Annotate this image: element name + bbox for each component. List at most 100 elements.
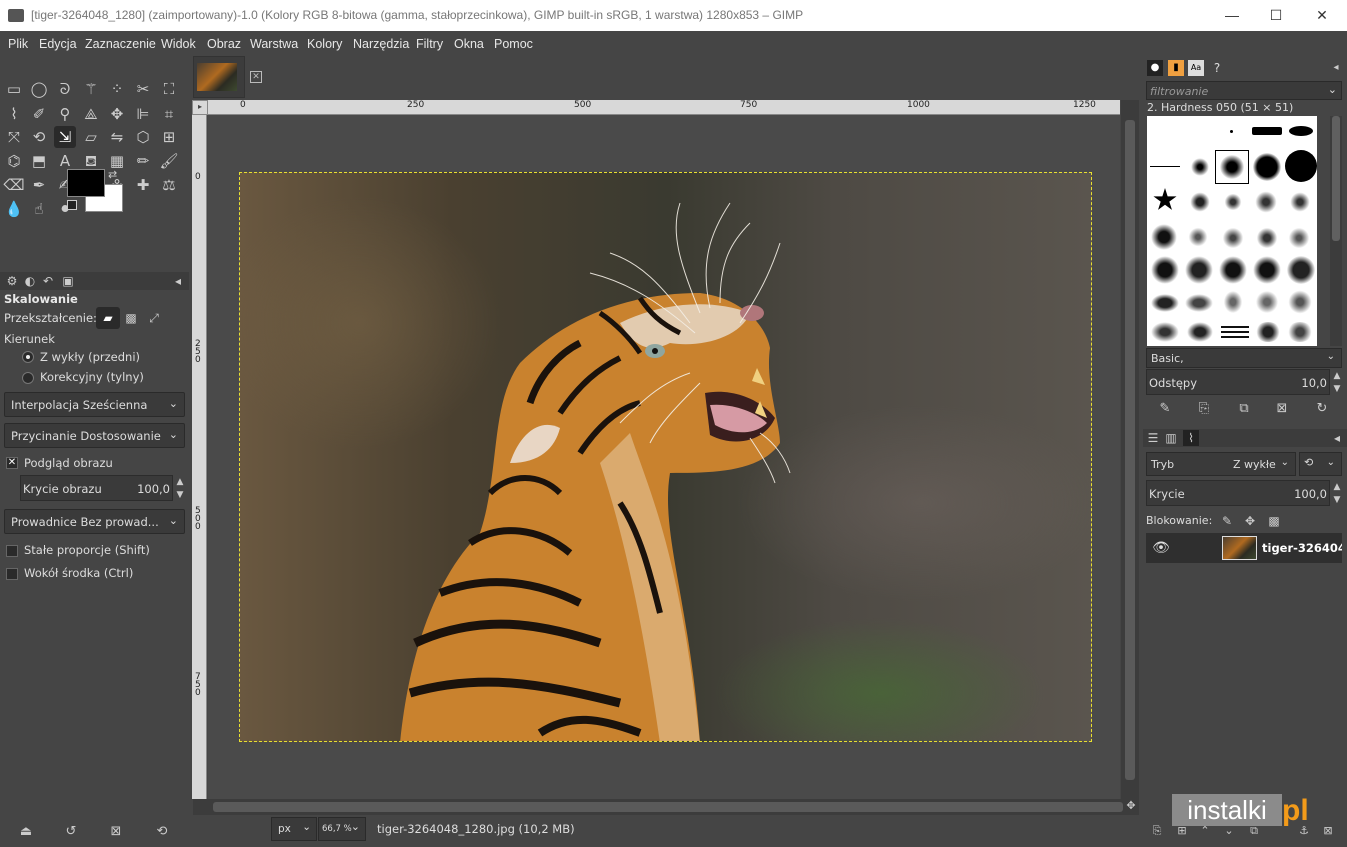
brush-item[interactable]	[1151, 256, 1179, 284]
brush-item[interactable]	[1285, 150, 1317, 182]
layer-composite-select[interactable]: ⟲ ⌄	[1299, 452, 1342, 476]
menu-pomoc[interactable]: Pomoc	[494, 37, 533, 51]
dock-menu-icon[interactable]: ◂	[1329, 430, 1345, 446]
reset-options-icon[interactable]: ⟲	[153, 823, 171, 841]
spin-down-icon[interactable]: ▼	[1331, 383, 1343, 396]
shear-tool-icon[interactable]: ▱	[80, 126, 102, 148]
brush-spacing-spinner[interactable]: Odstępy 10,0	[1146, 369, 1330, 395]
menu-narzedzia[interactable]: Narzędzia	[353, 37, 409, 51]
maximize-button[interactable]: ☐	[1265, 4, 1287, 26]
brush-item[interactable]	[1289, 126, 1313, 136]
images-tab-icon[interactable]: ▣	[60, 273, 76, 289]
spin-down-icon[interactable]: ▼	[1331, 494, 1343, 507]
brush-item[interactable]	[1185, 256, 1213, 284]
menu-kolory[interactable]: Kolory	[307, 37, 342, 51]
brush-item[interactable]	[1255, 226, 1279, 250]
perspective-tool-icon[interactable]: ⬡	[132, 126, 154, 148]
warp-transform-tool-icon[interactable]: ⌬	[3, 150, 25, 172]
direction-corrective-label[interactable]: Korekcyjny (tylny)	[40, 370, 144, 384]
tool-options-tab-icon[interactable]: ⚙	[4, 273, 20, 289]
preview-label[interactable]: Podgląd obrazu	[24, 456, 113, 470]
horizontal-scrollbar[interactable]	[193, 799, 1139, 815]
menu-obraz[interactable]: Obraz	[207, 37, 241, 51]
menu-edycja[interactable]: Edycja	[39, 37, 77, 51]
image-tab[interactable]	[193, 56, 245, 98]
brush-item[interactable]	[1151, 224, 1177, 250]
image-opacity-spinner[interactable]: Krycie obrazu 100,0	[20, 475, 173, 501]
spin-up-icon[interactable]: ▲	[174, 476, 186, 489]
layer-mode-select[interactable]: Tryb Z wykłe ⌄	[1146, 452, 1296, 476]
brush-item[interactable]	[1287, 290, 1313, 314]
around-center-label[interactable]: Wokół środka (Ctrl)	[24, 566, 133, 580]
crop-tool-icon[interactable]: ⌗	[158, 103, 180, 125]
foreground-color-swatch[interactable]	[67, 169, 105, 197]
smudge-tool-icon[interactable]: ☝	[28, 198, 50, 220]
brush-filter-input[interactable]: filtrowanie ⌄	[1146, 81, 1342, 100]
fonts-tab-icon[interactable]: Aa	[1188, 60, 1204, 76]
scale-tool-icon[interactable]: ⇲	[54, 126, 76, 148]
image-canvas[interactable]	[239, 172, 1092, 742]
paths-tab-icon[interactable]: ⌇	[1183, 430, 1199, 446]
blur-sharpen-tool-icon[interactable]: 💧	[3, 198, 25, 220]
menu-plik[interactable]: Plik	[8, 37, 28, 51]
brush-item[interactable]	[1230, 130, 1233, 133]
brush-item[interactable]	[1289, 192, 1311, 212]
vertical-scroll-thumb[interactable]	[1125, 120, 1135, 780]
close-window-button[interactable]: ✕	[1311, 4, 1333, 26]
brushes-grid[interactable]	[1147, 116, 1317, 346]
restore-options-icon[interactable]: ↺	[62, 823, 80, 841]
layers-tab-icon[interactable]: ☰	[1145, 430, 1161, 446]
menu-widok[interactable]: Widok	[161, 37, 196, 51]
keep-aspect-label[interactable]: Stałe proporcje (Shift)	[24, 543, 150, 557]
lock-position-icon[interactable]: ✥	[1241, 512, 1259, 530]
brush-item[interactable]	[1187, 322, 1213, 342]
fuzzy-select-tool-icon[interactable]: ⚚	[80, 78, 102, 100]
brush-item[interactable]	[1187, 226, 1209, 248]
rotate-tool-icon[interactable]: ⟲	[28, 126, 50, 148]
interpolation-select[interactable]: Interpolacja Sześcienna ⌄	[4, 392, 185, 417]
brush-item[interactable]	[1287, 256, 1315, 284]
guides-select[interactable]: Prowadnice Bez prowad... ⌄	[4, 509, 185, 534]
brush-item[interactable]	[1219, 256, 1247, 284]
dock-menu-icon[interactable]: ◂	[170, 273, 186, 289]
spin-down-icon[interactable]: ▼	[174, 489, 186, 502]
swap-colors-icon[interactable]: ⇄	[108, 168, 117, 181]
save-options-icon[interactable]: ⏏	[17, 823, 35, 841]
flip-tool-icon[interactable]: ⇋	[106, 126, 128, 148]
help-tab-icon[interactable]: ?	[1209, 60, 1225, 76]
duplicate-brush-icon[interactable]: ⧉	[1235, 400, 1253, 418]
clipping-select[interactable]: Przycinanie Dostosowanie ⌄	[4, 423, 185, 448]
new-brush-icon[interactable]: ⎘	[1195, 400, 1213, 418]
brush-item[interactable]	[1253, 256, 1281, 284]
align-tool-icon[interactable]: ⊫	[132, 103, 154, 125]
direction-normal-label[interactable]: Z wykły (przedni)	[40, 350, 140, 364]
new-layer-icon[interactable]: ⎘	[1148, 822, 1166, 840]
brush-item[interactable]	[1221, 324, 1249, 338]
lock-alpha-icon[interactable]: ▩	[1265, 512, 1283, 530]
brush-item[interactable]	[1252, 127, 1282, 135]
channels-tab-icon[interactable]: ▥	[1163, 430, 1179, 446]
brush-item[interactable]	[1255, 290, 1279, 314]
delete-brush-icon[interactable]: ⊠	[1273, 400, 1291, 418]
brush-item[interactable]	[1253, 153, 1281, 181]
brush-item[interactable]	[1185, 294, 1213, 312]
undo-history-tab-icon[interactable]: ↶	[40, 273, 56, 289]
unit-select[interactable]: px ⌄	[271, 817, 317, 841]
pencil-tool-icon[interactable]: ✏	[132, 150, 154, 172]
move-tool-icon[interactable]: ✥	[106, 103, 128, 125]
lock-pixels-icon[interactable]: ✎	[1218, 512, 1236, 530]
quick-mask-corner-icon[interactable]: ▸	[192, 100, 208, 115]
visibility-eye-icon[interactable]: 👁	[1151, 539, 1171, 557]
navigate-icon[interactable]: ✥	[1124, 799, 1138, 813]
brushes-tab-icon[interactable]: ●	[1147, 60, 1163, 76]
direction-corrective-radio[interactable]	[22, 372, 34, 384]
airbrush-tool-icon[interactable]: ✒	[28, 174, 50, 196]
eraser-tool-icon[interactable]: ⌫	[3, 174, 25, 196]
menu-warstwa[interactable]: Warstwa	[250, 37, 298, 51]
menu-zaznaczenie[interactable]: Zaznaczenie	[85, 37, 156, 51]
around-center-checkbox[interactable]	[6, 568, 18, 580]
zoom-select[interactable]: 66,7 % ⌄	[318, 817, 366, 841]
keep-aspect-checkbox[interactable]	[6, 545, 18, 557]
foreground-select-tool-icon[interactable]: ⛶	[158, 78, 180, 100]
layer-name[interactable]: tiger-3264048_1280.jpg	[1262, 541, 1342, 555]
